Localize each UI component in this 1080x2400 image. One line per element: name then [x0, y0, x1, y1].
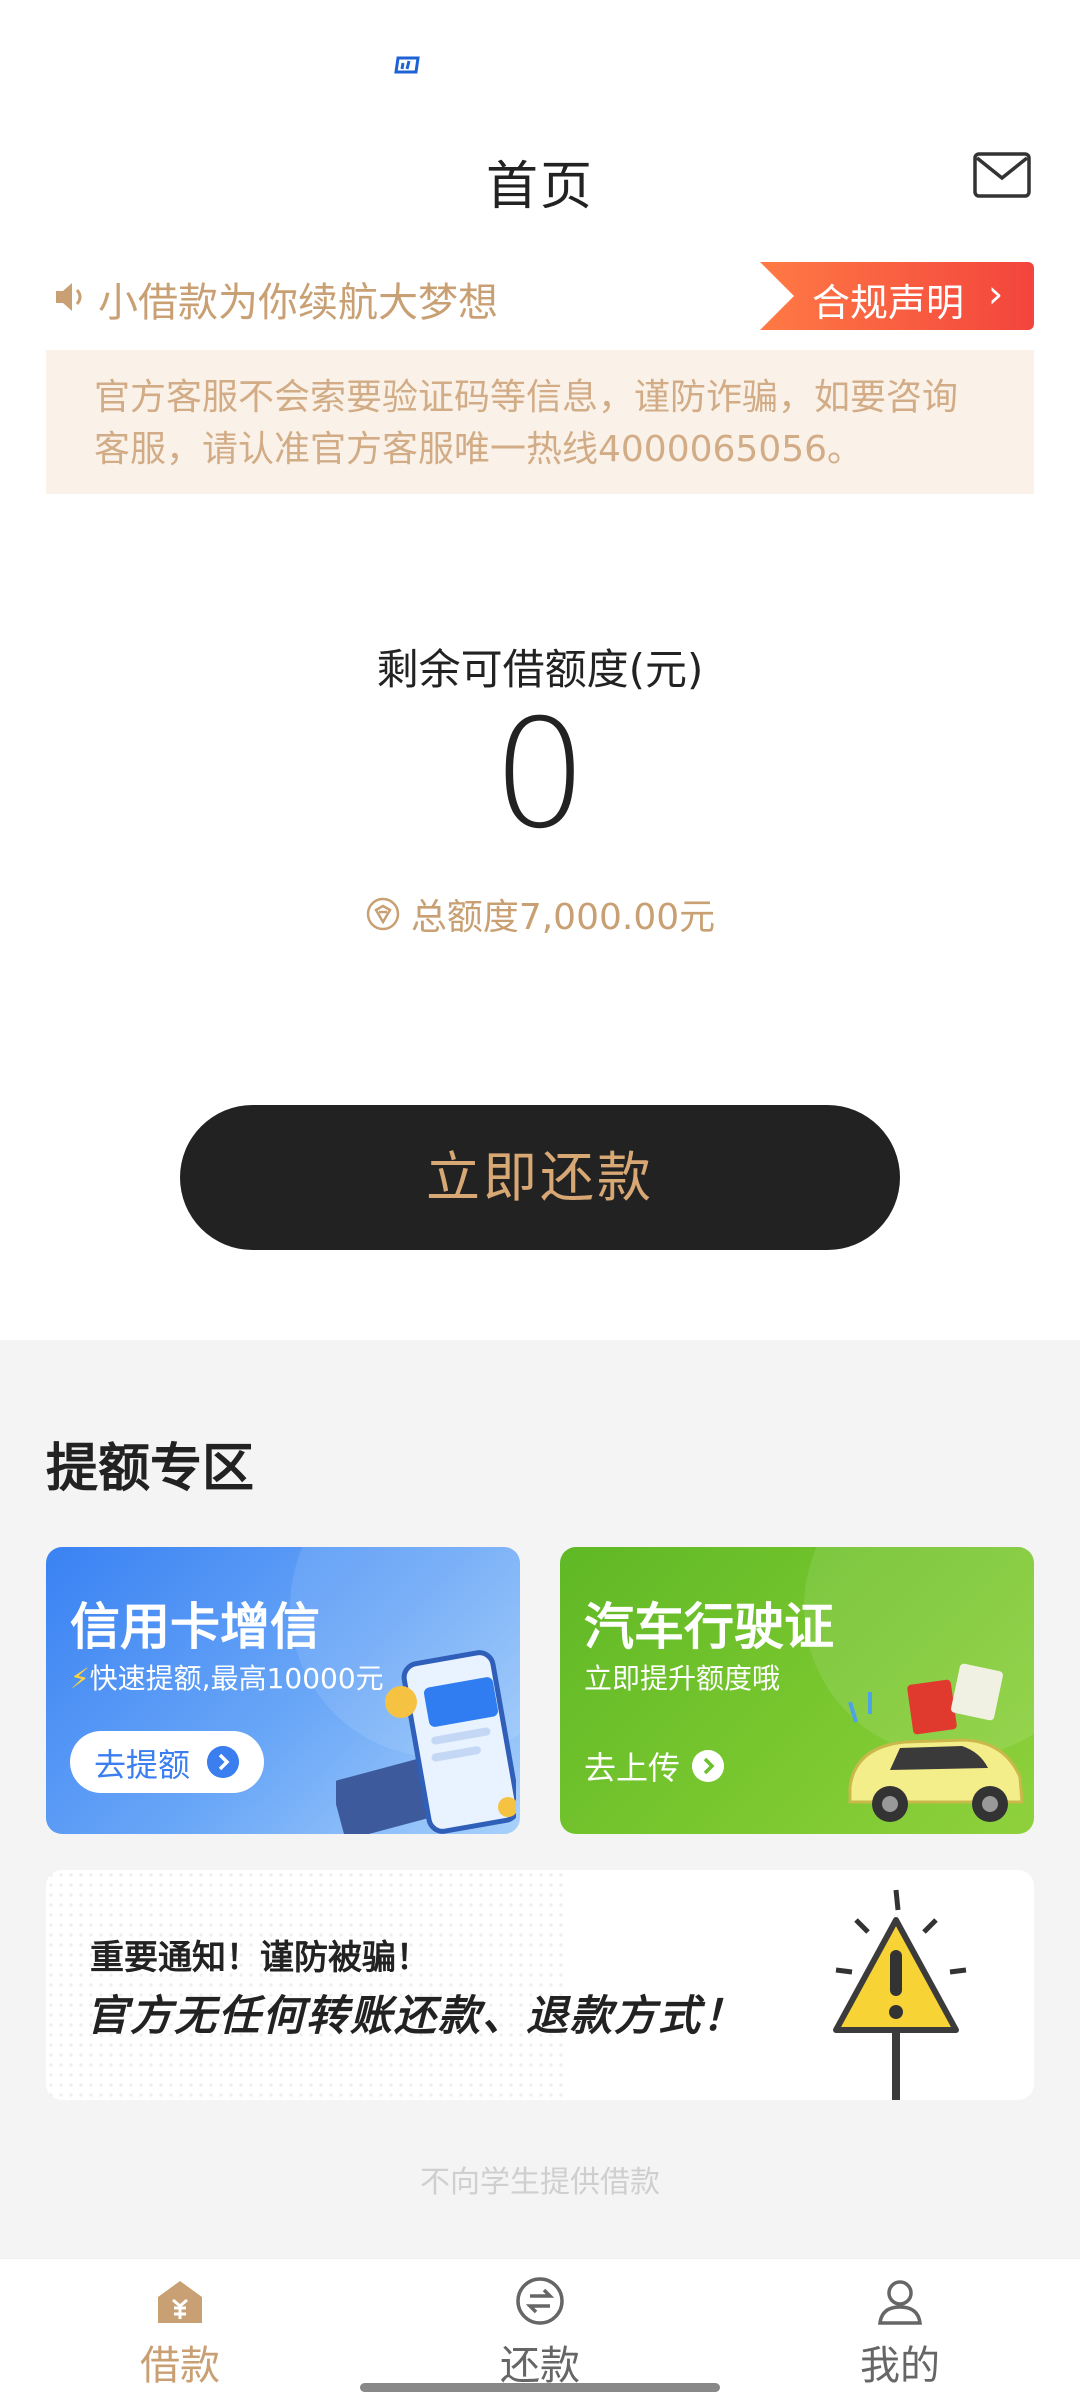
- lightning-icon: ⚡: [70, 1662, 90, 1695]
- upload-label: 去上传: [584, 1749, 681, 1787]
- boost-zone-title: 提额专区: [46, 1439, 255, 1499]
- vehicle-license-card[interactable]: 汽车行驶证 立即提升额度哦 去上传: [560, 1547, 1034, 1834]
- phone-cards-illustration-icon: [336, 1650, 516, 1834]
- repay-now-button[interactable]: 立即还款: [180, 1105, 900, 1250]
- credit-card-boost-title: 信用卡增信: [70, 1598, 320, 1656]
- chevron-right-icon: ›: [988, 272, 1004, 316]
- slogan-text: 小借款为你续航大梦想: [98, 280, 498, 326]
- alert-title: 重要通知！谨防被骗！: [90, 1938, 430, 1978]
- credit-card-boost-card[interactable]: 信用卡增信 ⚡快速提额,最高10000元 去提额: [46, 1547, 520, 1834]
- alert-message: 官方无任何转账还款、退款方式！: [86, 1991, 747, 2040]
- vehicle-license-subtitle: 立即提升额度哦: [584, 1662, 781, 1695]
- home-indicator[interactable]: [360, 2383, 720, 2392]
- tab-borrow-label: 借款: [140, 2343, 220, 2389]
- repay-exchange-icon: [516, 2277, 564, 2325]
- compliance-statement-button[interactable]: 合规声明 ›: [760, 262, 1034, 330]
- top-nav-bar: 首页: [0, 130, 1080, 220]
- arrow-right-circle-icon: [692, 1750, 725, 1782]
- tab-mine[interactable]: 我的: [800, 2275, 1000, 2395]
- upload-button[interactable]: 去上传: [584, 1743, 725, 1789]
- tab-borrow[interactable]: 借款: [80, 2275, 280, 2395]
- app-logo-icon: [394, 56, 420, 74]
- remaining-credit-value: 0: [492, 688, 588, 862]
- boost-zone-section: 提额专区 信用卡增信 ⚡快速提额,最高10000元 去提额 汽车行驶证 立即提升…: [0, 1340, 1080, 2260]
- fraud-alert-banner[interactable]: 重要通知！谨防被骗！ 官方无任何转账还款、退款方式！: [46, 1870, 1034, 2100]
- boost-credit-label: 去提额: [94, 1746, 191, 1784]
- no-student-loans-note: 不向学生提供借款: [420, 2165, 660, 2200]
- anti-fraud-warning: 官方客服不会索要验证码等信息，谨防诈骗，如要咨询客服，请认准官方客服唯一热线40…: [46, 350, 1034, 494]
- boost-credit-button[interactable]: 去提额: [70, 1731, 264, 1793]
- shield-credit-icon: [366, 897, 400, 931]
- tab-mine-label: 我的: [860, 2343, 940, 2389]
- notice-row: 小借款为你续航大梦想 合规声明 ›: [48, 262, 1034, 332]
- warning-sign-icon: [833, 1889, 967, 2100]
- page-title: 首页: [485, 157, 594, 217]
- compliance-label: 合规声明: [812, 281, 965, 325]
- tab-repay[interactable]: 还款: [440, 2275, 640, 2395]
- arrow-right-circle-icon: [207, 1746, 239, 1778]
- total-credit-row: 总额度7,000.00元: [0, 888, 1080, 938]
- car-illustration-icon: [848, 1663, 1024, 1822]
- vehicle-license-title: 汽车行驶证: [584, 1598, 834, 1656]
- home-loan-icon: [158, 2281, 202, 2323]
- mail-icon[interactable]: [972, 150, 1032, 200]
- user-profile-icon: [878, 2280, 922, 2325]
- total-credit-text: 总额度7,000.00元: [410, 897, 716, 938]
- bottom-tab-bar: 借款 还款 我的: [0, 2258, 1080, 2400]
- speaker-icon: [56, 283, 82, 311]
